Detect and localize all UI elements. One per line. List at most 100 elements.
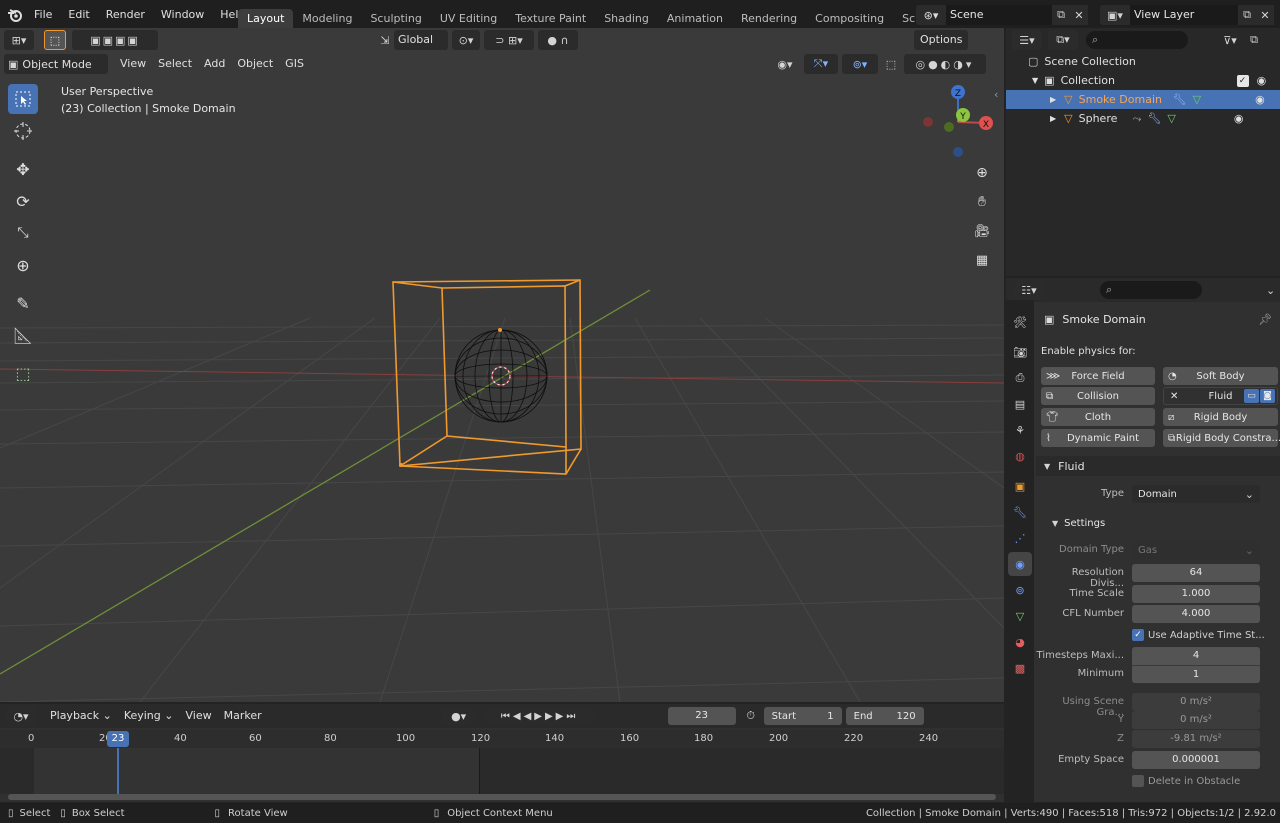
delete-scene-icon[interactable]: ✕ <box>1070 5 1088 25</box>
expand-arrow-icon[interactable]: ▶ <box>1050 114 1056 123</box>
select-box-tool[interactable] <box>8 84 38 114</box>
menu-gis[interactable]: GIS <box>279 54 310 74</box>
gravity-x-field[interactable]: 0 m/s² <box>1132 693 1260 711</box>
tab-uv-editing[interactable]: UV Editing <box>431 9 506 29</box>
output-tab-icon[interactable]: ⎙ <box>1008 366 1032 390</box>
constraints-tab-icon[interactable]: ⊚ <box>1008 578 1032 602</box>
resolution-field[interactable]: 64 <box>1132 564 1260 582</box>
options-dropdown[interactable]: Options <box>914 30 969 50</box>
collapse-arrow-icon[interactable]: ▼ <box>1032 76 1038 85</box>
tab-modeling[interactable]: Modeling <box>293 9 361 29</box>
end-frame-field[interactable]: End 120 <box>845 707 924 725</box>
menu-window[interactable]: Window <box>153 0 212 30</box>
navigation-gizmo[interactable]: Z X Y <box>918 82 998 162</box>
outliner-scene-collection[interactable]: Scene Collection <box>1044 55 1135 68</box>
mode-dropdown[interactable]: ▣ Object Mode <box>4 54 108 74</box>
playhead-frame-label[interactable]: 23 <box>107 731 129 747</box>
fluid-panel-header[interactable]: ▼ Fluid <box>1036 456 1280 476</box>
data-tab-icon[interactable]: ▽ <box>1008 604 1032 628</box>
menu-view[interactable]: View <box>114 54 152 74</box>
tab-rendering[interactable]: Rendering <box>732 9 806 29</box>
fluid-type-dropdown[interactable]: Domain ⌄ <box>1132 485 1260 503</box>
gravity-y-field[interactable]: 0 m/s² <box>1132 711 1260 729</box>
outliner-smoke-domain[interactable]: Smoke Domain <box>1079 93 1173 106</box>
new-view-layer-icon[interactable]: ⧉ <box>1238 5 1256 25</box>
minimum-field[interactable]: 1 <box>1132 665 1260 683</box>
menu-keying[interactable]: Keying ⌄ <box>118 706 180 726</box>
playback-controls[interactable]: ⏮◀◀▶▶▶⏭ <box>483 707 596 725</box>
current-frame-field[interactable]: 23 <box>667 707 736 725</box>
tab-layout[interactable]: Layout <box>238 8 294 29</box>
tab-shading[interactable]: Shading <box>595 9 658 29</box>
eye-icon[interactable]: ◉ <box>1257 74 1267 87</box>
outliner-search-input[interactable]: ⌕ <box>1086 31 1188 49</box>
tab-sculpting[interactable]: Sculpting <box>361 9 430 29</box>
preview-range-icon[interactable]: ⏱ <box>742 709 760 723</box>
timeline-track-area[interactable] <box>0 748 1004 794</box>
domain-type-dropdown[interactable]: Gas ⌄ <box>1132 541 1260 559</box>
gizmo-toggle-icon[interactable]: ⤧▾ <box>803 54 838 74</box>
proportional-edit-icon[interactable]: ● ∩ <box>538 30 578 50</box>
view-layer-field[interactable]: View Layer <box>1130 5 1238 25</box>
properties-editor-icon[interactable]: ☷▾ <box>1014 280 1044 300</box>
timeline-scrollbar[interactable] <box>8 794 996 800</box>
add-cube-tool[interactable]: ⬚ <box>8 358 38 388</box>
tab-compositing[interactable]: Compositing <box>806 9 893 29</box>
transform-tool[interactable]: ⊕ <box>8 250 38 280</box>
adaptive-timestep-checkbox[interactable]: ✓ Use Adaptive Time St... <box>1132 628 1265 642</box>
menu-select[interactable]: Select <box>152 54 198 74</box>
settings-subpanel-header[interactable]: ▼ Settings <box>1052 515 1105 531</box>
soft-body-button[interactable]: ◔ Soft Body <box>1163 367 1278 385</box>
cloth-button[interactable]: 👕︎ Cloth <box>1041 408 1155 426</box>
collision-button[interactable]: ⧉ Collision <box>1041 387 1155 405</box>
menu-file[interactable]: File <box>26 0 60 30</box>
eye-icon[interactable]: ◉ <box>1255 93 1265 106</box>
scene-tab-icon[interactable]: ⚘ <box>1008 418 1032 442</box>
modifier-tab-icon[interactable]: 🔧︎ <box>1008 500 1032 524</box>
fluid-button[interactable]: ✕ Fluid ▭ ◙ <box>1163 387 1278 405</box>
display-mode-icon[interactable]: ⧉▾ <box>1048 30 1078 50</box>
auto-keying-icon[interactable]: ●▾ <box>441 707 476 725</box>
visibility-icon[interactable]: ◉▾ <box>770 54 800 74</box>
eye-icon[interactable]: ◉ <box>1234 112 1244 125</box>
rigid-body-button[interactable]: ⧄ Rigid Body <box>1163 408 1278 426</box>
properties-search-input[interactable]: ⌕ <box>1100 281 1202 299</box>
zoom-icon[interactable]: ⊕ <box>969 160 995 186</box>
perspective-toggle-icon[interactable]: ▦ <box>969 247 995 273</box>
delete-in-obstacle-checkbox[interactable]: Delete in Obstacle <box>1132 774 1240 788</box>
outliner-editor-icon[interactable]: ☰▾ <box>1012 30 1042 50</box>
material-tab-icon[interactable]: ◕ <box>1008 630 1032 654</box>
3d-viewport[interactable]: ⊞▾ ⬚ ▣▣▣▣ ⇲ Global ⊙▾ ⊃ ⊞▾ ● ∩ Options ▣… <box>0 28 1004 702</box>
mesh-data-icon[interactable]: ▽ <box>1167 112 1175 125</box>
timeline-editor-icon[interactable]: ◔▾ <box>6 706 36 726</box>
start-frame-field[interactable]: Start 1 <box>763 707 842 725</box>
view-layer-tab-icon[interactable]: ▤ <box>1008 392 1032 416</box>
constraint-icon[interactable]: ⤳ <box>1133 112 1142 126</box>
camera-view-icon[interactable]: 🎥︎ <box>969 218 995 244</box>
expand-arrow-icon[interactable]: ▶ <box>1050 95 1056 104</box>
tab-texture-paint[interactable]: Texture Paint <box>506 9 595 29</box>
particles-tab-icon[interactable]: ⋰ <box>1008 526 1032 550</box>
gravity-z-field[interactable]: -9.81 m/s² <box>1132 730 1260 748</box>
new-collection-icon[interactable]: ⧉ <box>1244 30 1264 50</box>
texture-tab-icon[interactable]: ▩ <box>1008 656 1032 680</box>
scale-tool[interactable]: ⤡ <box>8 218 38 248</box>
frame-ruler[interactable]: 0 20 40 60 80 100 120 140 160 180 200 22… <box>0 730 1004 748</box>
delete-view-layer-icon[interactable]: ✕ <box>1256 5 1274 25</box>
cursor-tool[interactable] <box>8 116 38 146</box>
rigid-body-constraint-button[interactable]: ⧉ Rigid Body Constra... <box>1163 429 1280 447</box>
dynamic-paint-button[interactable]: ⌇ Dynamic Paint <box>1041 429 1155 447</box>
editor-type-icon[interactable]: ⊞▾ <box>4 30 34 50</box>
filter-icon[interactable]: ⊽▾ <box>1216 30 1244 50</box>
object-tab-icon[interactable]: ▣ <box>1008 474 1032 498</box>
menu-render[interactable]: Render <box>98 0 153 30</box>
scene-name-field[interactable]: Scene <box>946 5 1052 25</box>
pin-icon[interactable]: 📌︎ <box>1258 313 1272 326</box>
xray-icon[interactable]: ⬚ <box>882 54 900 74</box>
sidebar-toggle-icon[interactable]: ‹ <box>994 88 998 101</box>
modifier-wrench-icon[interactable]: 🔧︎ <box>1173 93 1187 106</box>
menu-object[interactable]: Object <box>231 54 279 74</box>
menu-timeline-view[interactable]: View <box>179 706 217 726</box>
selection-mode-icon[interactable]: ▣▣▣▣ <box>72 30 158 50</box>
remove-fluid-icon[interactable]: ✕ <box>1170 391 1178 402</box>
